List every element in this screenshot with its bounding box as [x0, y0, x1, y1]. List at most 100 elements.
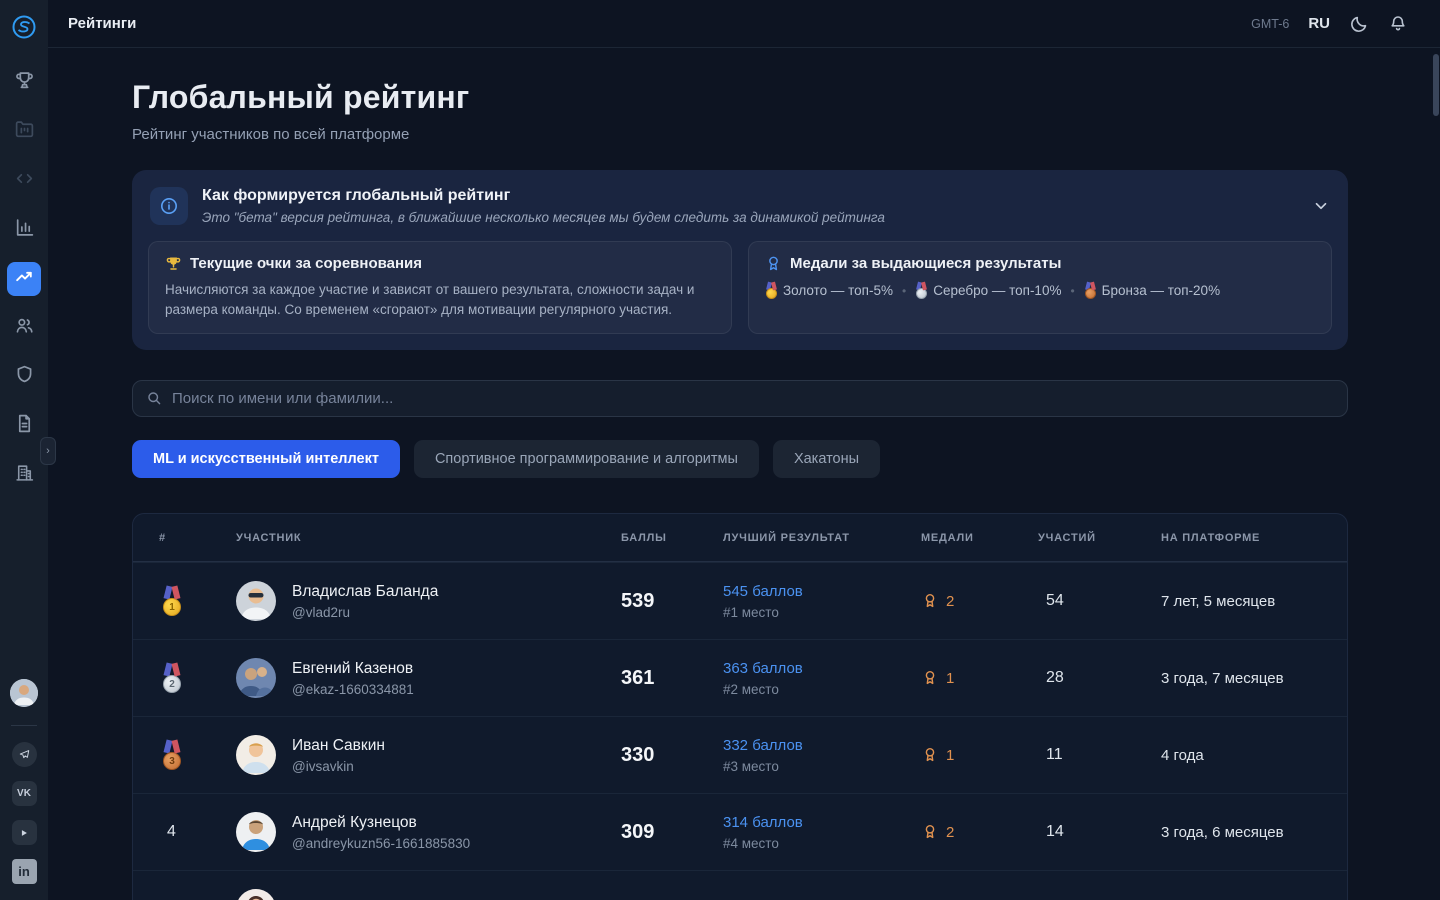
- rating-info-banner: Как формируется глобальный рейтинг Это "…: [132, 170, 1348, 350]
- table-row[interactable]: 2 Евгений Казенов @ekaz-1660334881 361 3…: [133, 639, 1347, 716]
- sidebar-item-ratings[interactable]: [7, 262, 41, 296]
- table-row[interactable]: 3 Иван Савкин @ivsavkin 330 332 баллов #…: [133, 716, 1347, 793]
- sidebar-item-statistics[interactable]: [7, 213, 41, 247]
- sidebar-item-projects[interactable]: [7, 115, 41, 149]
- page-breadcrumb-title: Рейтинги: [48, 15, 136, 32]
- bronze-rank-medal-icon: 3: [161, 740, 183, 770]
- sidebar-expand-toggle[interactable]: ›: [40, 437, 56, 465]
- table-row[interactable]: 1 Владислав Баланда @vlad2ru 539 545 бал…: [133, 562, 1347, 639]
- best-result-place: #4 место: [723, 836, 921, 851]
- medals-count-cell: 1: [921, 669, 1038, 687]
- award-icon: [921, 823, 939, 841]
- filter-hackathons[interactable]: Хакатоны: [773, 440, 880, 478]
- sidebar-item-community[interactable]: [7, 311, 41, 345]
- participant-name: Владислав Баланда: [292, 583, 438, 601]
- avatar: [236, 812, 276, 852]
- participations-count: 28: [1038, 669, 1161, 687]
- filter-competitive-programming[interactable]: Спортивное программирование и алгоритмы: [414, 440, 759, 478]
- award-icon: [921, 669, 939, 687]
- avatar: [236, 581, 276, 621]
- table-row[interactable]: 4 Андрей Кузнецов @andreykuzn56-16618858…: [133, 793, 1347, 870]
- telegram-icon[interactable]: [12, 742, 37, 767]
- points-info-card: Текущие очки за соревнования Начисляются…: [148, 241, 732, 334]
- sidebar-nav: [7, 66, 41, 492]
- chevron-down-icon[interactable]: [1312, 197, 1330, 215]
- medals-info-card: Медали за выдающиеся результаты Золото —…: [748, 241, 1332, 334]
- sidebar-divider: [11, 725, 37, 726]
- linkedin-icon[interactable]: in: [12, 859, 37, 884]
- filter-ml-ai[interactable]: ML и искусственный интеллект: [132, 440, 400, 478]
- notifications-bell-icon[interactable]: [1388, 14, 1408, 34]
- points-value: 361: [621, 667, 723, 690]
- category-filters: ML и искусственный интеллект Спортивное …: [132, 440, 1348, 478]
- silver-medal-icon: [915, 282, 928, 299]
- search-bar: [132, 380, 1348, 417]
- participant-name: Иван Савкин: [292, 737, 385, 755]
- code-icon: [14, 168, 35, 194]
- points-value: 309: [621, 821, 723, 844]
- building-icon: [14, 462, 35, 488]
- on-platform-duration: 4 года: [1161, 747, 1347, 764]
- award-icon: [921, 746, 939, 764]
- participant-handle: @andreykuzn56-1661885830: [292, 836, 470, 851]
- sidebar-item-security[interactable]: [7, 360, 41, 394]
- table-row[interactable]: 4 Татьяна Некрасова 309 309 баллов — 20 …: [133, 870, 1347, 900]
- gold-rank-medal-icon: 1: [161, 586, 183, 616]
- points-value: 539: [621, 590, 723, 613]
- participations-count: 11: [1038, 746, 1161, 764]
- on-platform-duration: 7 лет, 5 месяцев: [1161, 593, 1347, 610]
- medals-count-cell: 1: [921, 746, 1038, 764]
- sidebar-item-code[interactable]: [7, 164, 41, 198]
- participant-handle: @ivsavkin: [292, 759, 385, 774]
- app-logo-icon[interactable]: [11, 14, 37, 40]
- trophy-icon: [165, 255, 182, 272]
- award-icon: [921, 592, 939, 610]
- avatar: [236, 889, 276, 900]
- folder-kanban-icon: [14, 119, 35, 145]
- best-result-points[interactable]: 314 баллов: [723, 814, 921, 831]
- points-card-title: Текущие очки за соревнования: [190, 255, 422, 272]
- scrollbar-thumb[interactable]: [1433, 54, 1439, 116]
- vk-icon[interactable]: VK: [12, 781, 37, 806]
- users-icon: [14, 315, 35, 341]
- gold-medal-rule: Золото — топ-5%: [765, 282, 893, 299]
- bronze-medal-rule: Бронза — топ-20%: [1084, 282, 1220, 299]
- participant-handle: @vlad2ru: [292, 605, 438, 620]
- medals-card-title: Медали за выдающиеся результаты: [790, 255, 1061, 272]
- on-platform-duration: 3 года, 7 месяцев: [1161, 670, 1347, 687]
- trending-up-icon: [14, 266, 35, 292]
- bronze-medal-icon: [1084, 282, 1097, 299]
- rating-table: # Участник Баллы Лучший результат Медали…: [132, 513, 1348, 900]
- trophy-icon: [14, 70, 35, 96]
- medals-count-cell: 2: [921, 823, 1038, 841]
- language-switcher[interactable]: RU: [1308, 15, 1330, 32]
- topbar: Рейтинги GMT-6 RU: [48, 0, 1440, 48]
- sidebar-item-organizations[interactable]: [7, 458, 41, 492]
- best-result-place: #1 место: [723, 605, 921, 620]
- participations-count: 54: [1038, 592, 1161, 610]
- shield-icon: [14, 364, 35, 390]
- avatar: [236, 658, 276, 698]
- medals-count-cell: 2: [921, 592, 1038, 610]
- rank-number: 4: [161, 823, 176, 841]
- banner-title: Как формируется глобальный рейтинг: [202, 187, 885, 205]
- on-platform-duration: 3 года, 6 месяцев: [1161, 824, 1347, 841]
- best-result-points[interactable]: 363 баллов: [723, 660, 921, 677]
- silver-rank-medal-icon: 2: [161, 663, 183, 693]
- participations-count: 14: [1038, 823, 1161, 841]
- info-icon: [150, 187, 188, 225]
- timezone-label: GMT-6: [1251, 17, 1289, 31]
- sidebar-item-competitions[interactable]: [7, 66, 41, 100]
- file-text-icon: [14, 413, 35, 439]
- gold-medal-icon: [765, 282, 778, 299]
- user-avatar[interactable]: [10, 679, 38, 707]
- participant-name: Андрей Кузнецов: [292, 814, 470, 832]
- youtube-icon[interactable]: [12, 820, 37, 845]
- theme-toggle-moon-icon[interactable]: [1349, 14, 1369, 34]
- best-result-points[interactable]: 332 баллов: [723, 737, 921, 754]
- best-result-points[interactable]: 545 баллов: [723, 583, 921, 600]
- banner-subtitle: Это "бета" версия рейтинга, в ближайшие …: [202, 210, 885, 225]
- search-input[interactable]: [172, 390, 1334, 407]
- medal-icon: [765, 255, 782, 272]
- sidebar-item-documents[interactable]: [7, 409, 41, 443]
